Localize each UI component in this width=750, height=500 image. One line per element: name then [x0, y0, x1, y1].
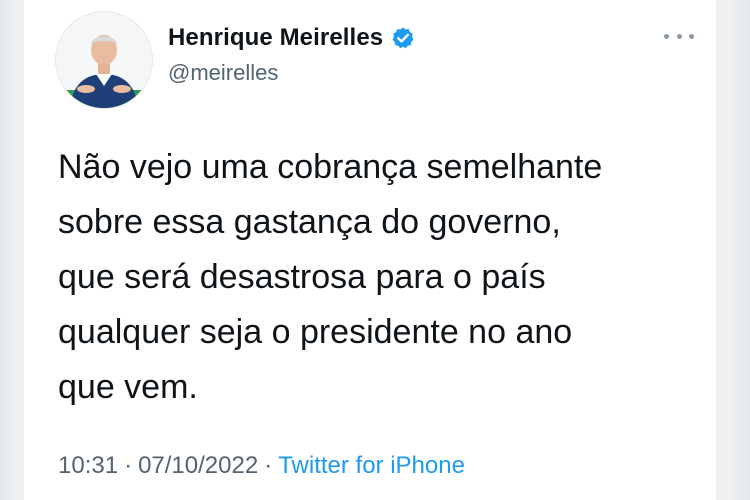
tweet-card: Henrique Meirelles @meirelles Não vejo u… [24, 0, 716, 500]
author-handle[interactable]: @meirelles [168, 60, 278, 86]
verified-badge-icon [392, 27, 414, 49]
more-dot [689, 33, 694, 39]
author-name[interactable]: Henrique Meirelles [168, 24, 383, 52]
tweet-text-line: que será desastrosa para o país [58, 258, 546, 296]
more-dot [664, 33, 669, 39]
tweet-text-line: sobre essa gastança do governo, [58, 203, 561, 241]
tweet-metadata: 10:31 · 07/10/2022 · Twitter for iPhone [58, 452, 465, 480]
avatar-photo-icon [56, 12, 152, 108]
tweet-time[interactable]: 10:31 [58, 452, 118, 480]
more-options-icon[interactable] [664, 26, 694, 46]
author-name-row: Henrique Meirelles [168, 24, 415, 52]
tweet-text: Não vejo uma cobrança semelhante sobre e… [58, 140, 698, 415]
screen: Henrique Meirelles @meirelles Não vejo u… [0, 0, 750, 500]
tweet-source-link[interactable]: Twitter for iPhone [278, 452, 465, 480]
meta-separator: · [264, 452, 273, 479]
more-dot [676, 33, 682, 39]
tweet-text-line: que vem. [58, 368, 198, 406]
tweet-date[interactable]: 07/10/2022 [138, 452, 258, 480]
tweet-text-line: Não vejo uma cobrança semelhante [58, 148, 603, 186]
tweet-text-line: qualquer seja o presidente no ano [58, 313, 573, 351]
author-avatar[interactable] [56, 12, 152, 108]
meta-separator: · [124, 452, 133, 479]
